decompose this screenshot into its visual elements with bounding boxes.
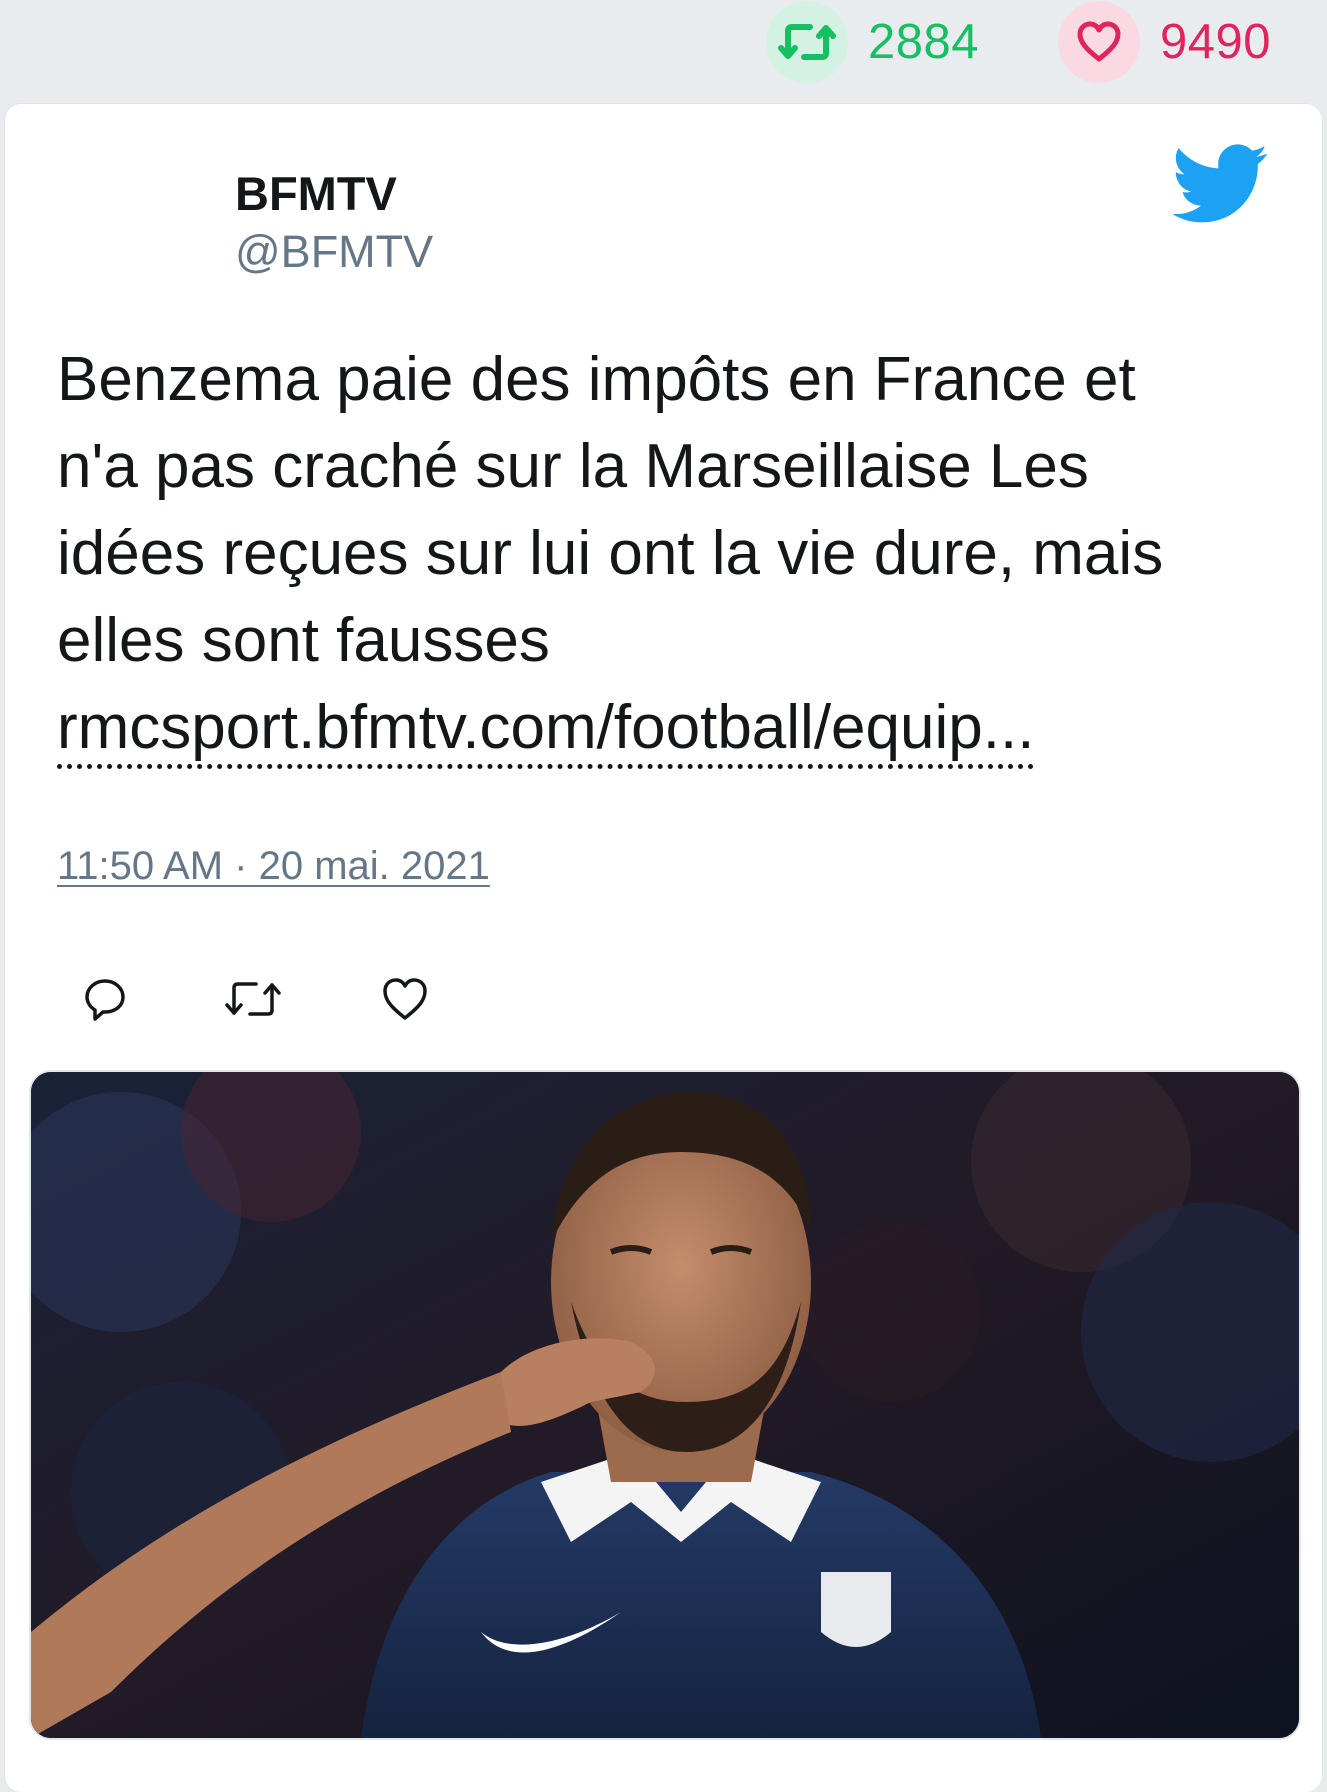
tweet-timestamp[interactable]: 11:50 AM · 20 mai. 2021 bbox=[57, 844, 490, 889]
retweet-count: 2884 bbox=[868, 15, 980, 69]
like-stat[interactable]: 9490 bbox=[1058, 0, 1271, 84]
twitter-bird-icon[interactable] bbox=[1173, 144, 1269, 224]
tweet-stats-bar: 2884 9490 bbox=[0, 0, 1327, 100]
author-display-name[interactable]: BFMTV bbox=[235, 166, 397, 221]
retweet-icon bbox=[225, 982, 281, 1016]
tweet-card: BFMTV @BFMTV Benzema paie des impôts en … bbox=[5, 104, 1322, 1792]
retweet-button[interactable] bbox=[223, 969, 283, 1029]
tweet-link[interactable]: rmcsport.bfmtv.com/football/equip... bbox=[57, 692, 1035, 769]
tweet-media-image[interactable] bbox=[29, 1070, 1301, 1740]
author-handle[interactable]: @BFMTV bbox=[235, 226, 433, 278]
like-stat-bubble bbox=[1058, 1, 1140, 83]
tweet-text-line: n'a pas craché sur la Marseillaise Les bbox=[57, 432, 1089, 501]
tweet-text: Benzema paie des impôts en France et n'a… bbox=[57, 336, 1287, 771]
tweet-actions bbox=[75, 964, 435, 1034]
reply-button[interactable] bbox=[75, 969, 135, 1029]
like-button[interactable] bbox=[375, 969, 435, 1029]
player-photo bbox=[31, 1072, 1299, 1738]
retweet-icon bbox=[778, 24, 836, 60]
tweet-text-line: Benzema paie des impôts en France et bbox=[57, 345, 1136, 414]
reply-icon bbox=[85, 979, 125, 1021]
retweet-stat[interactable]: 2884 bbox=[766, 0, 979, 84]
like-count: 9490 bbox=[1160, 15, 1272, 69]
heart-icon bbox=[1077, 21, 1121, 62]
heart-icon bbox=[383, 978, 427, 1020]
tweet-text-line: idées reçues sur lui ont la vie dure, ma… bbox=[57, 519, 1164, 588]
retweet-stat-bubble bbox=[766, 1, 848, 83]
tweet-text-line: elles sont fausses bbox=[57, 606, 550, 675]
